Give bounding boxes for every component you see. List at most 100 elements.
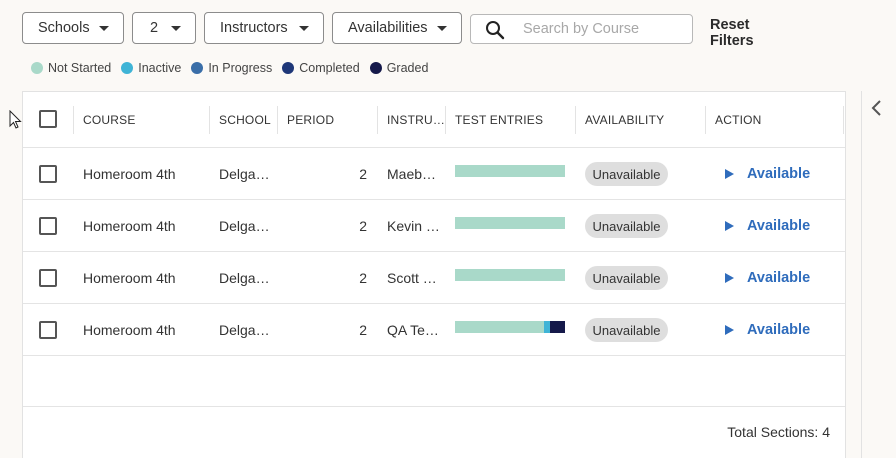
row-checkbox[interactable] (39, 217, 57, 235)
header-availability[interactable]: AVAILABILITY (585, 92, 664, 148)
column-divider (73, 106, 74, 134)
available-button[interactable]: Available (725, 320, 810, 340)
availability-badge: Unavailable (585, 214, 668, 238)
available-button[interactable]: Available (725, 268, 810, 288)
table-row: Homeroom 4th Delga… 2 Scott … Unavailabl… (23, 252, 845, 304)
inactive-dot-icon (121, 62, 134, 74)
column-divider (445, 106, 446, 134)
header-action: ACTION (715, 113, 762, 127)
header-course[interactable]: COURSE (83, 92, 136, 148)
table-row: Homeroom 4th Delga… 2 Kevin … Unavailabl… (23, 200, 845, 252)
test-entries-bar (455, 269, 565, 281)
chevron-down-icon (171, 26, 181, 31)
course-cell: Homeroom 4th (83, 166, 176, 182)
period-cell: 2 (359, 218, 367, 234)
chevron-down-icon (437, 26, 447, 31)
row-checkbox[interactable] (39, 165, 57, 183)
period-cell: 2 (359, 322, 367, 338)
schools-dropdown-label: Schools (38, 20, 90, 36)
mouse-pointer-icon (9, 110, 22, 129)
entry-segment-graded (549, 321, 565, 333)
legend-item-graded: Graded (369, 61, 429, 75)
row-checkbox[interactable] (39, 321, 57, 339)
legend-label: Completed (299, 61, 360, 75)
header-instructor[interactable]: INSTRU… (387, 92, 445, 148)
entry-segment-not-started (455, 321, 545, 333)
completed-dot-icon (282, 62, 295, 74)
course-cell: Homeroom 4th (83, 218, 176, 234)
period-dropdown[interactable]: 2 (132, 12, 196, 44)
test-entries-bar (455, 321, 565, 333)
entry-segment-not-started (455, 217, 565, 229)
search-input[interactable] (523, 20, 683, 38)
instructor-cell: Kevin … (387, 218, 440, 234)
table-header-row: COURSE SCHOOL PERIOD INSTRU… TEST ENTRIE… (23, 92, 845, 148)
collapsed-side-panel (861, 91, 896, 458)
legend-item-in-progress: In Progress (191, 61, 272, 75)
instructor-cell: Maeb… (387, 166, 437, 182)
column-divider (377, 106, 378, 134)
search-box (470, 14, 693, 44)
legend-label: Graded (386, 61, 429, 75)
reset-filters-button[interactable]: Reset Filters (710, 17, 754, 49)
test-entries-bar (455, 217, 565, 229)
availability-badge: Unavailable (585, 266, 668, 290)
column-divider (705, 106, 706, 134)
play-icon (725, 221, 734, 231)
column-divider (575, 106, 576, 134)
legend-item-completed: Completed (282, 61, 360, 75)
status-legend: Not Started Inactive In Progress Complet… (31, 61, 438, 75)
entry-segment-not-started (455, 165, 565, 177)
in-progress-dot-icon (191, 62, 204, 74)
instructors-dropdown[interactable]: Instructors (204, 12, 324, 44)
table-row: Homeroom 4th Delga… 2 QA Te… Unavailable… (23, 304, 845, 356)
available-button-label: Available (747, 166, 811, 182)
available-button[interactable]: Available (725, 164, 810, 184)
period-cell: 2 (359, 166, 367, 182)
school-cell: Delga… (219, 218, 270, 234)
legend-label: In Progress (208, 61, 273, 75)
search-icon (486, 21, 505, 40)
legend-item-inactive: Inactive (121, 61, 181, 75)
not-started-dot-icon (31, 62, 43, 74)
total-sections: Total Sections: 4 (727, 424, 830, 440)
available-button-label: Available (747, 270, 811, 286)
column-divider (277, 106, 278, 134)
availabilities-dropdown[interactable]: Availabilities (332, 12, 462, 44)
sections-table: COURSE SCHOOL PERIOD INSTRU… TEST ENTRIE… (22, 91, 846, 458)
availability-badge: Unavailable (585, 162, 668, 186)
legend-item-not-started: Not Started (31, 61, 111, 75)
course-cell: Homeroom 4th (83, 322, 176, 338)
test-entries-bar (455, 165, 565, 177)
chevron-left-icon[interactable] (870, 99, 884, 117)
play-icon (725, 273, 734, 283)
table-row: Homeroom 4th Delga… 2 Maeb… Unavailable … (23, 148, 845, 200)
school-cell: Delga… (219, 322, 270, 338)
header-test-entries[interactable]: TEST ENTRIES (455, 92, 543, 148)
available-button-label: Available (747, 322, 811, 338)
period-dropdown-label: 2 (150, 20, 159, 36)
instructor-cell: Scott … (387, 270, 437, 286)
table-footer-divider (23, 406, 845, 407)
instructors-dropdown-label: Instructors (220, 20, 288, 36)
graded-dot-icon (369, 62, 382, 74)
available-button-label: Available (747, 218, 811, 234)
course-cell: Homeroom 4th (83, 270, 176, 286)
availability-badge: Unavailable (585, 318, 668, 342)
school-cell: Delga… (219, 270, 270, 286)
schools-dropdown[interactable]: Schools (22, 12, 124, 44)
row-checkbox[interactable] (39, 269, 57, 287)
legend-label: Inactive (138, 61, 182, 75)
header-period[interactable]: PERIOD (287, 92, 334, 148)
select-all-checkbox[interactable] (39, 110, 57, 128)
header-school[interactable]: SCHOOL (219, 92, 271, 148)
period-cell: 2 (359, 270, 367, 286)
column-divider (209, 106, 210, 134)
legend-label: Not Started (48, 61, 112, 75)
chevron-down-icon (299, 26, 309, 31)
school-cell: Delga… (219, 166, 270, 182)
play-icon (725, 325, 734, 335)
available-button[interactable]: Available (725, 216, 810, 236)
instructor-cell: QA Te… (387, 322, 439, 338)
availabilities-dropdown-label: Availabilities (348, 20, 428, 36)
